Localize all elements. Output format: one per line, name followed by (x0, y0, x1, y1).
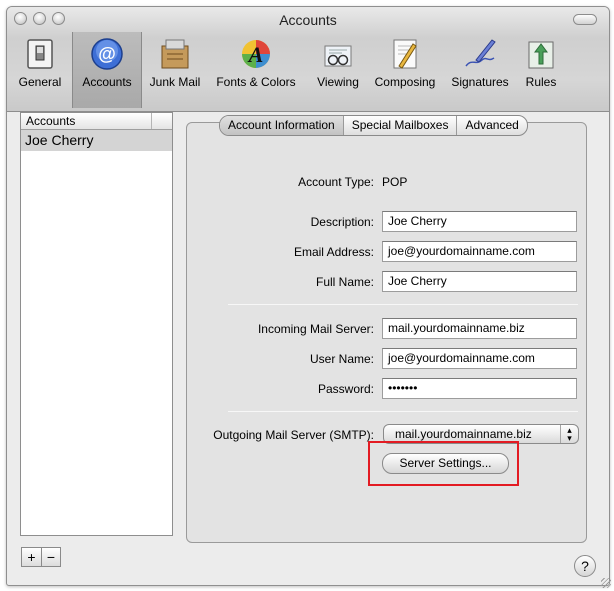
toolbar-label-composing: Composing (374, 75, 436, 89)
account-row-joe-cherry[interactable]: Joe Cherry (21, 130, 172, 151)
account-tabs: Account Information Special Mailboxes Ad… (219, 115, 528, 136)
tab-advanced[interactable]: Advanced (456, 116, 526, 135)
at-sign-icon: @ (91, 38, 123, 70)
email-address-field[interactable]: joe@yourdomainname.com (382, 241, 577, 262)
composing-pencil-icon (393, 39, 417, 69)
add-remove-account-control: + − (21, 547, 61, 567)
toolbar-label-accounts: Accounts (82, 75, 132, 89)
toolbar-accounts[interactable]: @ Accounts (72, 32, 142, 108)
email-address-label: Email Address: (293, 245, 374, 259)
general-switch-icon (27, 39, 53, 69)
toolbar-label-general: General (18, 75, 62, 89)
account-type-label: Account Type: (298, 175, 374, 189)
signature-pen-icon (465, 39, 496, 67)
toolbar-fonts-colors[interactable]: A Fonts & Colors (208, 32, 304, 108)
user-name-field[interactable]: joe@yourdomainname.com (382, 348, 577, 369)
toolbar-rules[interactable]: Rules (519, 32, 563, 108)
accounts-list-header-label: Accounts (26, 114, 76, 128)
toolbar-viewing[interactable]: Viewing (309, 32, 367, 108)
viewing-glasses-icon (324, 45, 352, 67)
tab-special-mailboxes[interactable]: Special Mailboxes (342, 116, 457, 135)
accounts-list[interactable]: Accounts Joe Cherry (20, 112, 173, 536)
junk-mail-bin-icon (161, 39, 189, 69)
toolbar: General @ Accounts Junk Mail A Fonts & C… (7, 32, 609, 110)
remove-account-button[interactable]: − (40, 548, 60, 566)
resize-grip[interactable] (601, 578, 611, 588)
outgoing-mail-server-value: mail.yourdomainname.biz (395, 427, 532, 441)
toolbar-general[interactable]: General (12, 32, 68, 108)
section-divider (228, 411, 578, 412)
toolbar-label-junk-mail: Junk Mail (149, 75, 201, 89)
add-account-button[interactable]: + (22, 548, 41, 566)
toolbar-toggle-button[interactable] (573, 14, 597, 25)
accounts-list-header[interactable]: Accounts (21, 113, 172, 130)
fonts-colors-icon: A (242, 40, 270, 68)
description-label: Description: (310, 215, 374, 229)
user-name-label: User Name: (309, 352, 374, 366)
up-down-arrows-icon: ▴ ▾ (560, 425, 578, 443)
toolbar-signatures[interactable]: Signatures (445, 32, 515, 108)
password-field[interactable]: ••••••• (382, 378, 577, 399)
incoming-mail-server-field[interactable]: mail.yourdomainname.biz (382, 318, 577, 339)
toolbar-label-viewing: Viewing (317, 75, 359, 89)
incoming-mail-server-label: Incoming Mail Server: (257, 322, 374, 336)
toolbar-label-fonts-colors: Fonts & Colors (216, 75, 296, 89)
tab-account-information[interactable]: Account Information (220, 116, 343, 135)
full-name-label: Full Name: (315, 275, 374, 289)
column-separator (151, 113, 152, 129)
account-type-value: POP (382, 175, 408, 189)
toolbar-composing[interactable]: Composing (369, 32, 441, 108)
titlebar: Accounts General @ Accounts Junk Mail A … (7, 7, 609, 112)
full-name-field[interactable]: Joe Cherry (382, 271, 577, 292)
rules-icon (528, 41, 554, 69)
svg-text:A: A (247, 42, 264, 67)
section-divider (228, 304, 578, 305)
window-title: Accounts (279, 12, 337, 28)
outgoing-mail-server-label: Outgoing Mail Server (SMTP): (213, 428, 374, 442)
toolbar-junk-mail[interactable]: Junk Mail (145, 32, 205, 108)
highlight-box (368, 441, 519, 486)
description-field[interactable]: Joe Cherry (382, 211, 577, 232)
toolbar-label-rules: Rules (525, 75, 557, 89)
help-button[interactable]: ? (574, 555, 596, 577)
svg-text:@: @ (98, 44, 116, 64)
toolbar-label-signatures: Signatures (451, 75, 509, 89)
password-label: Password: (317, 382, 374, 396)
